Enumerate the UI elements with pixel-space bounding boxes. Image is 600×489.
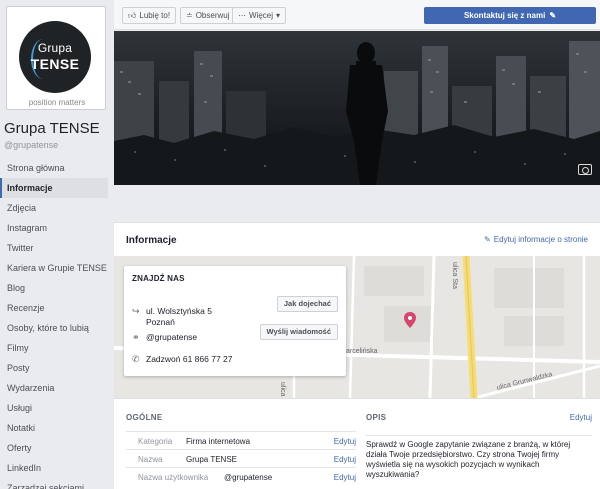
logo-tagline: position matters [28,98,86,107]
sidebar-item-reviews[interactable]: Recenzje [0,298,108,318]
info-section-header: Informacje ✎ Edytuj informacje o stronie [114,222,600,256]
messenger-handle[interactable]: @grupatense [146,332,197,342]
sidebar-item-careers[interactable]: Kariera w Grupie TENSE [0,258,108,278]
edit-link[interactable]: Edytuj [334,473,356,482]
directions-button[interactable]: Jak dojechać [276,296,338,312]
action-bar: 👍︎ Lubię to! ≐ Obserwuj ⋯ Więcej ▾ Skont… [114,0,600,30]
camera-icon[interactable] [578,164,592,175]
sidebar-item-twitter[interactable]: Twitter [0,238,108,258]
pencil-icon: ✎ [484,235,491,244]
sidebar-item-posts[interactable]: Posty [0,358,108,378]
like-label: Lubię to! [139,11,171,20]
page-title[interactable]: Grupa TENSE [4,120,100,137]
profile-picture[interactable]: Grupa TENSE position matters [6,6,106,110]
rss-icon: ≐ [186,11,193,20]
contact-label: Skontaktuj się z nami [463,11,546,20]
map-street-label: arcelińska [346,348,378,355]
general-title: OGÓLNE [126,413,163,422]
sidebar-item-services[interactable]: Usługi [0,398,108,418]
sidebar-item-instagram[interactable]: Instagram [0,218,108,238]
description-text: Sprawdź w Google zapytanie związane z br… [366,435,592,480]
contact-button[interactable]: Skontaktuj się z nami ✎ [424,7,596,24]
sidebar-item-offers[interactable]: Oferty [0,438,108,458]
dots-icon: ⋯ [238,11,246,20]
sidebar-item-linkedin[interactable]: LinkedIn [0,458,108,478]
row-value: Firma internetowa [186,437,251,446]
more-label: Więcej [249,11,274,20]
logo-text-line1: Grupa [37,41,73,55]
sidebar-item-events[interactable]: Wydarzenia [0,378,108,398]
edit-page-info-link[interactable]: ✎ Edytuj informacje o stronie [484,235,588,244]
description-title: OPIS [366,413,387,422]
page-handle[interactable]: @grupatense [4,140,58,150]
find-us-card: ZNAJDŹ NAS ↪ ul. Wolsztyńska 5 Poznań Ja… [124,266,346,376]
sidebar-item-notes[interactable]: Notatki [0,418,108,438]
address-line1: ul. Wolsztyńska 5 [146,306,212,316]
row-value: Grupa TENSE [186,455,237,464]
cover-skyline-image [114,41,600,185]
follow-label: Obserwuj [195,11,230,20]
sidebar-item-photos[interactable]: Zdjęcia [0,198,108,218]
edit-link[interactable]: Edytuj [334,437,356,446]
sidebar-item-blog[interactable]: Blog [0,278,108,298]
phone-icon: ✆ [132,354,140,364]
messenger-icon: ⚭ [132,332,140,342]
row-label: Kategoria [138,437,173,446]
logo-text-line2: TENSE [30,56,80,72]
sidebar-item-likes[interactable]: Osoby, które to lubią [0,318,108,338]
row-label: Nazwa użytkownika [138,473,209,482]
map-street-label: ulica [279,382,286,397]
info-title: Informacje [126,235,177,246]
pencil-icon: ✎ [549,11,557,20]
thumbs-up-icon: 👍︎ [128,11,137,20]
edit-page-info-label: Edytuj informacje o stronie [493,235,588,244]
about-details: OGÓLNE Kategoria Firma internetowa Edytu… [114,398,600,489]
chevron-down-icon: ▾ [276,11,281,20]
general-row-username: Nazwa użytkownika @grupatense Edytuj [126,467,356,485]
sidebar-item-home[interactable]: Strona główna [0,158,108,178]
general-row-name: Nazwa Grupa TENSE Edytuj [126,449,356,467]
sidebar-item-videos[interactable]: Filmy [0,338,108,358]
location-map[interactable]: ulica Sta arcelińska ulica Grunwaldzka u… [114,256,600,398]
address-line2: Poznań [146,317,175,327]
left-column: Grupa TENSE position matters Grupa TENSE… [0,0,108,489]
map-street-label: ulica Sta [451,262,458,289]
sidebar-item-info[interactable]: Informacje [0,178,108,198]
general-section: OGÓLNE [126,413,356,422]
send-message-button[interactable]: Wyślij wiadomość [259,324,338,340]
general-row-category: Kategoria Firma internetowa Edytuj [126,431,356,449]
sidebar-nav: Strona główna Informacje Zdjęcia Instagr… [0,158,108,489]
description-edit-link[interactable]: Edytuj [570,413,592,422]
sidebar-item-manage-sections[interactable]: Zarządzaj sekcjami [0,478,108,489]
phone-number[interactable]: Zadzwoń 61 866 77 27 [146,354,232,364]
row-label: Nazwa [138,455,163,464]
like-button[interactable]: 👍︎ Lubię to! [122,7,177,24]
logo: Grupa TENSE [19,21,91,93]
edit-link[interactable]: Edytuj [334,455,356,464]
description-section: OPIS Edytuj Sprawdź w Google zapytanie z… [366,413,592,479]
find-us-title: ZNAJDŹ NAS [132,274,185,283]
follow-button[interactable]: ≐ Obserwuj [180,7,236,24]
cover-photo[interactable] [114,31,600,185]
more-button[interactable]: ⋯ Więcej ▾ [232,7,287,24]
arrow-turn-icon: ↪ [132,306,140,316]
row-value: @grupatense [224,473,273,482]
